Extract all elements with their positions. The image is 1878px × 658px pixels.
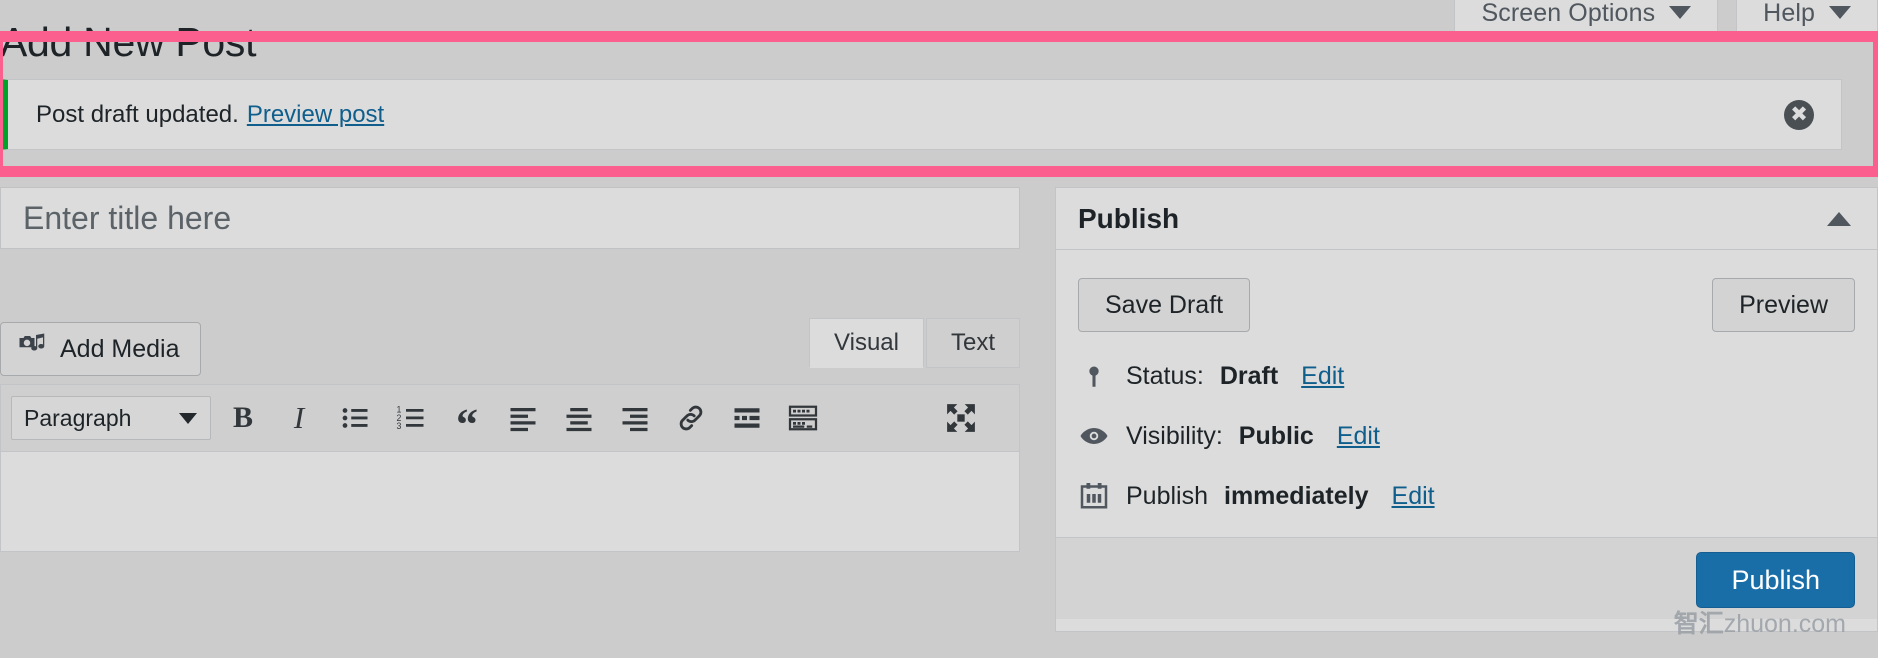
media-buttons-row: Add Media Visual Text — [0, 318, 1020, 376]
page-title: Add New Post — [0, 19, 257, 65]
add-media-label: Add Media — [60, 334, 180, 363]
eye-icon — [1078, 421, 1110, 451]
publish-sidebar: Publish Save Draft Preview Status: Draft… — [1055, 187, 1878, 632]
publish-metabox-title: Publish — [1078, 202, 1180, 234]
chevron-down-icon — [1829, 6, 1851, 19]
publish-metabox-body: Save Draft Preview Status: Draft Edit Vi… — [1056, 250, 1877, 631]
chevron-up-icon[interactable] — [1827, 211, 1851, 226]
fullscreen-expand-icon[interactable] — [937, 394, 985, 442]
italic-icon[interactable]: I — [275, 394, 323, 442]
help-label: Help — [1763, 0, 1815, 27]
pin-icon — [1078, 364, 1110, 390]
schedule-label: Publish — [1126, 481, 1208, 510]
tab-text-label: Text — [950, 329, 995, 356]
chevron-down-icon — [1669, 6, 1692, 19]
post-title-input[interactable] — [1, 188, 1019, 248]
read-more-icon[interactable] — [723, 394, 771, 442]
numbered-list-icon[interactable]: 1 2 3 — [387, 394, 435, 442]
meta-tab-divider — [1718, 0, 1736, 34]
add-media-button[interactable]: Add Media — [0, 322, 201, 376]
svg-text:3: 3 — [397, 421, 402, 431]
publish-metabox-header: Publish — [1056, 188, 1877, 250]
status-edit-link[interactable]: Edit — [1301, 362, 1344, 391]
schedule-row: Publish immediately Edit — [1078, 481, 1855, 511]
publish-button[interactable]: Publish — [1696, 552, 1855, 608]
screen-options-tab[interactable]: Screen Options — [1454, 0, 1719, 34]
status-value: Draft — [1219, 362, 1279, 390]
close-circle-icon[interactable]: ✖ — [1784, 99, 1814, 130]
paragraph-format-value: Paragraph — [24, 404, 132, 431]
post-editor-column: Add Media Visual Text Paragraph B I — [0, 187, 1020, 552]
align-left-icon[interactable] — [499, 394, 547, 442]
tab-visual[interactable]: Visual — [809, 318, 924, 368]
chevron-down-icon — [179, 412, 197, 424]
major-publishing-actions: Publish — [1056, 537, 1877, 619]
wordpress-admin-screen: Screen Options Help Add New Post Post dr… — [0, 0, 1878, 658]
publish-metabox: Publish Save Draft Preview Status: Draft… — [1055, 187, 1878, 632]
notice-message-text: Post draft updated. — [36, 100, 239, 128]
bold-icon[interactable]: B — [219, 394, 267, 442]
align-center-icon[interactable] — [555, 394, 603, 442]
visibility-row: Visibility: Public Edit — [1078, 421, 1855, 451]
schedule-value: immediately — [1224, 481, 1369, 510]
preview-button[interactable]: Preview — [1712, 278, 1855, 332]
visibility-value: Public — [1238, 421, 1314, 450]
post-content-editable[interactable] — [0, 452, 1020, 552]
minor-publishing-actions: Save Draft Preview — [1078, 278, 1855, 332]
insert-link-icon[interactable] — [667, 394, 715, 442]
align-right-icon[interactable] — [611, 394, 659, 442]
calendar-icon — [1078, 481, 1110, 511]
screen-options-label: Screen Options — [1481, 0, 1656, 27]
editor-toolbar: Paragraph B I 1 2 3 “ — [0, 384, 1020, 452]
paragraph-format-select[interactable]: Paragraph — [11, 396, 211, 440]
tab-text[interactable]: Text — [925, 318, 1020, 368]
visibility-edit-link[interactable]: Edit — [1337, 422, 1380, 451]
status-label: Status: — [1126, 362, 1204, 390]
status-row: Status: Draft Edit — [1078, 362, 1855, 391]
blockquote-icon[interactable]: “ — [443, 394, 491, 447]
screen-meta-links: Screen Options Help — [1454, 0, 1878, 34]
schedule-edit-link[interactable]: Edit — [1392, 482, 1435, 511]
tab-visual-label: Visual — [834, 329, 899, 356]
visibility-label: Visibility: — [1126, 421, 1223, 450]
save-draft-button[interactable]: Save Draft — [1078, 278, 1251, 332]
help-tab[interactable]: Help — [1736, 0, 1878, 34]
post-draft-updated-notice: Post draft updated. Preview post ✖ — [0, 79, 1842, 150]
bulleted-list-icon[interactable] — [331, 394, 379, 442]
preview-post-link[interactable]: Preview post — [247, 101, 384, 128]
editor-mode-tabs: Visual Text — [809, 318, 1020, 368]
media-camera-music-icon — [17, 331, 47, 368]
toolbar-toggle-icon[interactable] — [779, 394, 827, 442]
notice-message: Post draft updated. Preview post — [36, 101, 384, 129]
post-title-wrapper — [0, 187, 1020, 249]
